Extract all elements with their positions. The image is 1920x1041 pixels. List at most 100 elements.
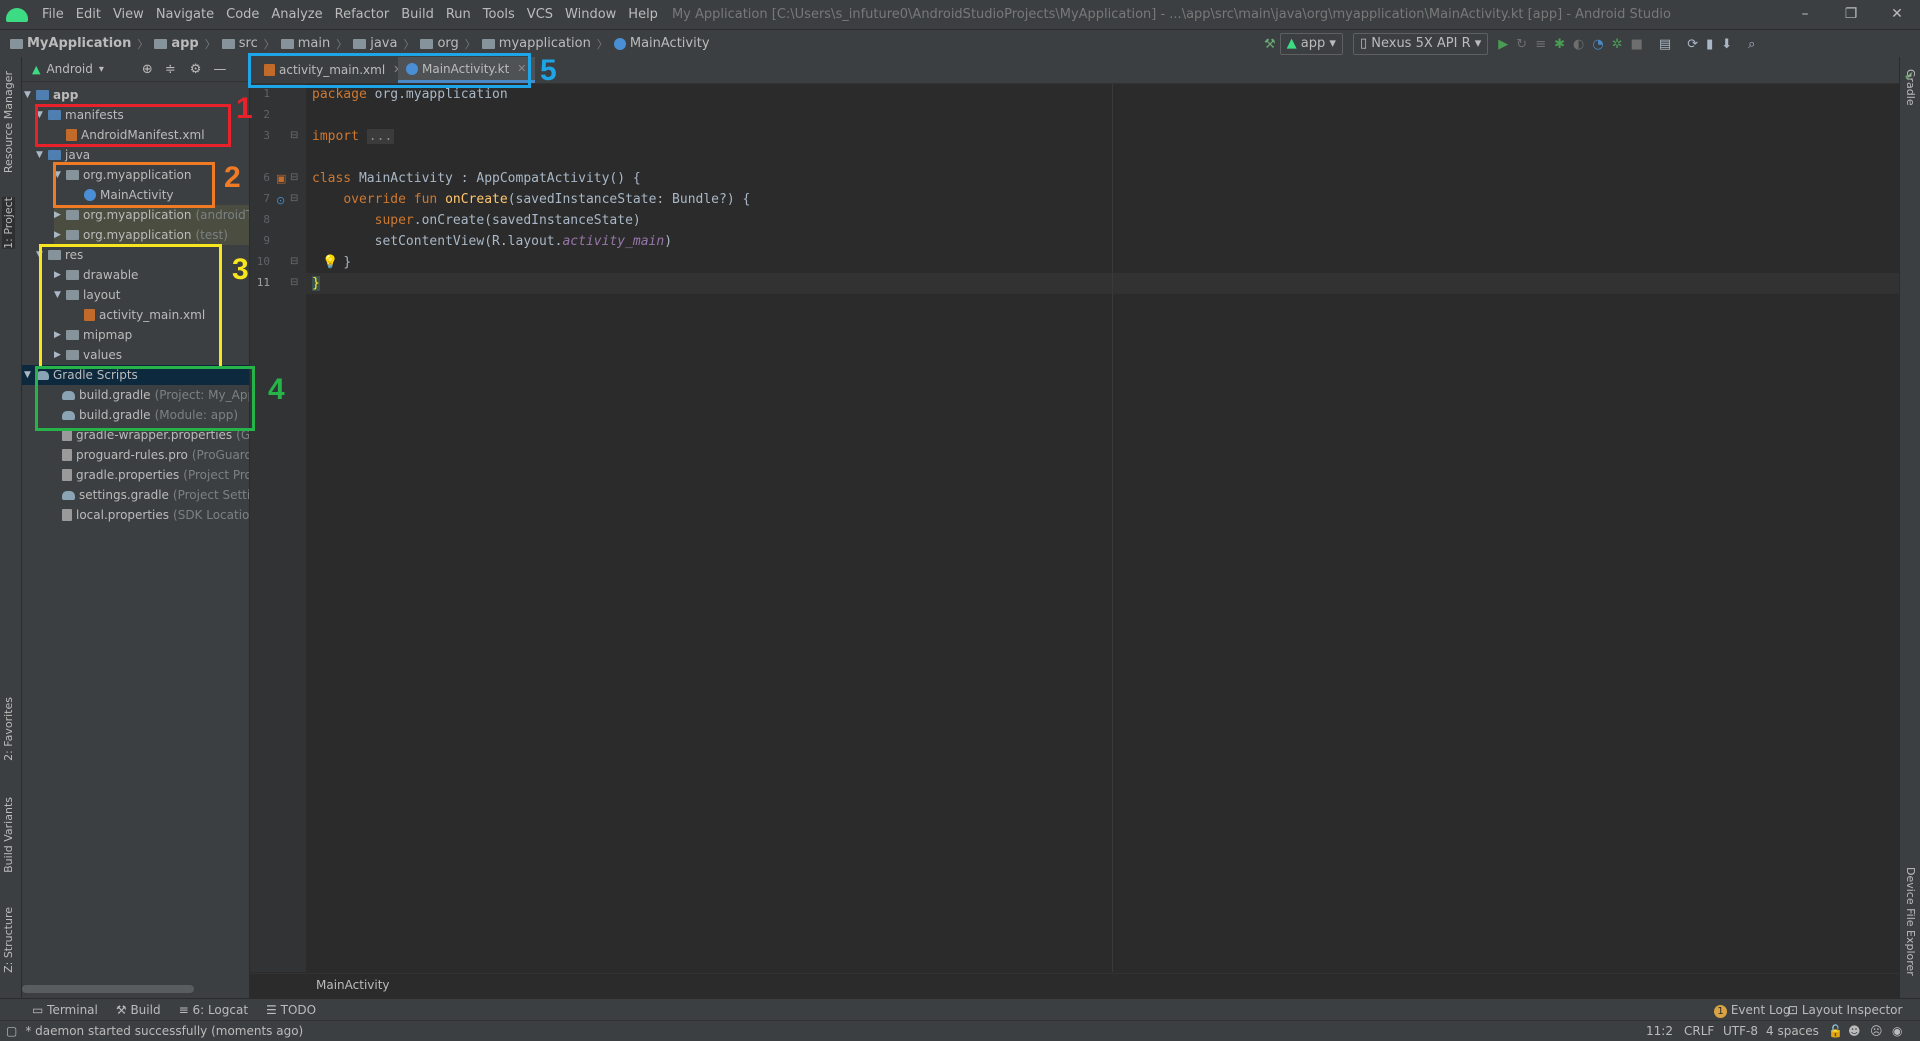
crumb-mainactivity[interactable]: MainActivity xyxy=(610,36,714,51)
coverage-icon[interactable]: ◐ xyxy=(1573,34,1584,54)
crumb-myapplication[interactable]: myapplication xyxy=(478,36,595,51)
hammer-build-icon[interactable]: ⚒ xyxy=(1264,34,1276,54)
logcat-tab[interactable]: ≡ 6: Logcat xyxy=(179,1003,248,1017)
tree-item-package-androidtest[interactable]: ▶ org.myapplication(androidTest) xyxy=(54,205,249,225)
menu-edit[interactable]: Edit xyxy=(70,7,107,22)
search-icon[interactable]: ⌕ xyxy=(1748,34,1755,54)
run-icon[interactable]: ▶ xyxy=(1498,34,1508,54)
menu-navigate[interactable]: Navigate xyxy=(150,7,220,22)
terminal-tab[interactable]: ▭ Terminal xyxy=(32,1003,98,1017)
fold-icon[interactable]: ⊟ xyxy=(290,172,298,183)
horizontal-scrollbar[interactable] xyxy=(22,985,194,993)
project-structure-icon[interactable]: ▤ xyxy=(1659,34,1671,54)
inspection-profile-icon[interactable]: ☹ xyxy=(1870,1024,1883,1038)
fold-icon[interactable]: ⊟ xyxy=(290,130,298,141)
folded-imports[interactable]: ... xyxy=(366,129,395,144)
chevron-down-icon[interactable]: ▾ xyxy=(99,64,104,75)
crumb-app[interactable]: app xyxy=(150,36,202,51)
build-tab[interactable]: ⚒ Build xyxy=(116,1003,161,1017)
crumb-project[interactable]: MyApplication xyxy=(6,36,135,51)
apply-changes-icon[interactable]: ↻ xyxy=(1516,34,1527,54)
toggle-tool-windows-icon[interactable]: ▢ xyxy=(6,1024,17,1038)
file-encoding[interactable]: UTF-8 xyxy=(1723,1024,1758,1038)
menu-tools[interactable]: Tools xyxy=(477,7,521,22)
tab-structure[interactable]: Z: Structure xyxy=(2,907,15,973)
tab-resource-manager[interactable]: Resource Manager xyxy=(2,71,15,173)
collapse-all-icon[interactable]: ≑ xyxy=(165,62,176,77)
status-bar: ▢ * daemon started successfully (moments… xyxy=(0,1020,1920,1041)
expand-arrow-icon[interactable]: ▶ xyxy=(54,205,66,225)
locate-icon[interactable]: ⊕ xyxy=(142,62,153,77)
tab-device-file-explorer[interactable]: Device File Explorer xyxy=(1904,867,1917,976)
override-marker-icon[interactable]: ⊙ xyxy=(276,194,285,207)
line-separator[interactable]: CRLF xyxy=(1684,1024,1714,1038)
fold-icon[interactable]: ⊟ xyxy=(290,193,298,204)
tree-item-gradle-properties[interactable]: gradle.properties(Project Properties) xyxy=(62,465,249,485)
line-number-current: 11 xyxy=(256,276,270,289)
code-text: setContentView(R.layout. xyxy=(374,234,563,249)
crumb-src[interactable]: src xyxy=(218,36,262,51)
crumb-main[interactable]: main xyxy=(277,36,334,51)
annotation-box-3 xyxy=(39,244,222,369)
minimize-button[interactable]: – xyxy=(1782,0,1828,29)
menu-file[interactable]: File xyxy=(36,7,70,22)
expand-arrow-icon[interactable]: ▼ xyxy=(24,85,36,105)
stop-icon[interactable]: ■ xyxy=(1631,34,1643,54)
fold-icon[interactable]: ⊟ xyxy=(290,256,298,267)
menu-vcs[interactable]: VCS xyxy=(521,7,559,22)
event-log-tab[interactable]: 1 Event Log xyxy=(1714,1003,1790,1018)
run-config-select[interactable]: ▲ app ▾ xyxy=(1279,33,1343,55)
tab-project[interactable]: 1: Project xyxy=(2,197,15,249)
menu-code[interactable]: Code xyxy=(220,7,265,22)
tree-item-proguard-rules[interactable]: proguard-rules.pro(ProGuard Rules for ap… xyxy=(62,445,249,465)
tree-item-local-properties[interactable]: local.properties(SDK Location) xyxy=(62,505,249,525)
debug-icon[interactable]: ✱ xyxy=(1554,34,1565,54)
crumb-java[interactable]: java xyxy=(349,36,401,51)
profile-icon[interactable]: ◔ xyxy=(1592,34,1603,54)
gear-icon[interactable]: ⚙ xyxy=(190,62,202,77)
tree-item-app[interactable]: ▼ app xyxy=(24,85,78,105)
menu-window[interactable]: Window xyxy=(559,7,622,22)
status-message[interactable]: * daemon started successfully (moments a… xyxy=(25,1024,303,1038)
tab-gradle[interactable]: Gradle xyxy=(1904,69,1917,106)
device-select[interactable]: ▯ Nexus 5X API R ▾ xyxy=(1352,33,1489,55)
avd-manager-icon[interactable]: ▮ xyxy=(1706,34,1713,54)
memory-indicator-icon[interactable]: ☻ xyxy=(1848,1024,1861,1038)
crumb-org[interactable]: org xyxy=(416,36,462,51)
menu-view[interactable]: View xyxy=(107,7,150,22)
notifications-icon[interactable]: ◉ xyxy=(1892,1024,1902,1038)
editor-gutter[interactable]: 1 2 3 6 7 8 9 10 11 ▣ ⊙ ⊟ ⊟ ⊟ ⊟ ⊟ xyxy=(250,84,306,972)
menu-analyze[interactable]: Analyze xyxy=(265,7,328,22)
cursor-position[interactable]: 11:2 xyxy=(1646,1024,1673,1038)
tab-build-variants[interactable]: Build Variants xyxy=(2,797,15,873)
sdk-manager-icon[interactable]: ⬇ xyxy=(1721,34,1732,54)
tree-item-settings-gradle[interactable]: settings.gradle(Project Settings) xyxy=(62,485,249,505)
attach-debugger-icon[interactable]: ✲ xyxy=(1612,34,1623,54)
menu-help[interactable]: Help xyxy=(622,7,664,22)
lock-icon[interactable]: 🔓 xyxy=(1828,1024,1843,1038)
layout-inspector-tab[interactable]: ⊡ Layout Inspector xyxy=(1788,1003,1902,1017)
hide-icon[interactable]: — xyxy=(213,62,226,77)
expand-arrow-icon[interactable]: ▼ xyxy=(36,145,48,165)
lightbulb-icon[interactable]: 💡 xyxy=(322,255,338,270)
indent-setting[interactable]: 4 spaces xyxy=(1766,1024,1819,1038)
menu-run[interactable]: Run xyxy=(440,7,477,22)
tool-label: TODO xyxy=(280,1003,317,1017)
line-number: 7 xyxy=(263,192,270,205)
todo-tab[interactable]: ☰ TODO xyxy=(266,1003,316,1017)
tab-favorites[interactable]: 2: Favorites xyxy=(2,697,15,761)
code-text: ) xyxy=(664,234,673,249)
menu-build[interactable]: Build xyxy=(395,7,440,22)
code-editor[interactable]: package org.myapplication import ... cla… xyxy=(306,84,1899,972)
close-window-button[interactable]: ✕ xyxy=(1874,0,1920,29)
apply-code-changes-icon[interactable]: ≡ xyxy=(1535,34,1546,54)
sync-gradle-icon[interactable]: ⟳ xyxy=(1687,34,1698,54)
breadcrumb-item[interactable]: MainActivity xyxy=(316,978,390,992)
fold-icon[interactable]: ⊟ xyxy=(290,277,298,288)
project-view-select[interactable]: Android xyxy=(46,62,92,76)
layout-preview-icon[interactable]: ▣ xyxy=(276,172,286,185)
tree-item-package-test[interactable]: ▶ org.myapplication (test) xyxy=(54,225,249,245)
restore-button[interactable]: ❐ xyxy=(1828,0,1874,29)
menu-refactor[interactable]: Refactor xyxy=(329,7,396,22)
expand-arrow-icon[interactable]: ▶ xyxy=(54,225,66,245)
